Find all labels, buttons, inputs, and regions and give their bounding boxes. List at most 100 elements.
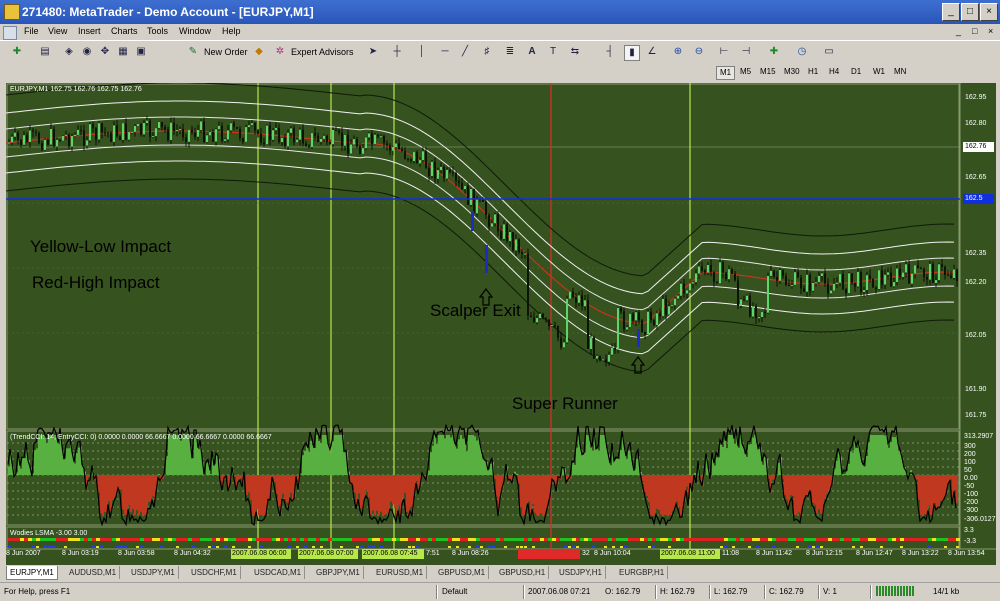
lsma-segment <box>664 538 668 541</box>
lsma-dot <box>748 546 751 548</box>
zoom-in-icon[interactable]: ⊕ <box>671 45 685 59</box>
minimize-button[interactable]: _ <box>942 3 960 21</box>
market-watch-icon[interactable]: ◈ <box>62 45 76 59</box>
lsma-dot <box>136 546 139 548</box>
timeframe-m1[interactable]: M1 <box>716 66 735 80</box>
autoscroll-icon[interactable]: ⊢ <box>717 45 731 59</box>
cci-histogram-bar <box>20 469 22 475</box>
tab-usdjpy-m1[interactable]: USDJPY,M1 <box>128 566 179 579</box>
maximize-button[interactable]: □ <box>961 3 979 21</box>
timeframe-d1[interactable]: D1 <box>848 66 864 78</box>
trendline-icon[interactable]: ╱ <box>458 45 472 59</box>
lsma-segment <box>428 538 432 541</box>
candle-body <box>383 136 385 143</box>
mdi-restore-icon[interactable]: □ <box>972 26 977 36</box>
tab-gbpusd-h1[interactable]: GBPUSD,H1 <box>496 566 549 579</box>
tab-eurgbp-h1[interactable]: EURGBP,H1 <box>616 566 668 579</box>
indicators-icon[interactable]: ✚ <box>767 45 781 59</box>
lsma-segment <box>616 538 620 541</box>
tab-usdchf-m1[interactable]: USDCHF,M1 <box>188 566 241 579</box>
lsma-segment <box>416 538 420 541</box>
candle-body <box>647 312 649 335</box>
profile-name[interactable]: Default <box>442 586 467 598</box>
lsma-segment <box>384 538 388 541</box>
text-label-icon[interactable]: T <box>546 45 560 59</box>
menu-insert[interactable]: Insert <box>78 26 101 36</box>
templates-icon[interactable]: ▭ <box>822 45 836 59</box>
menu-file[interactable]: File <box>24 26 39 36</box>
candle-body <box>269 126 271 140</box>
tab-usdjpy-h1[interactable]: USDJPY,H1 <box>556 566 606 579</box>
candle-body <box>359 147 361 154</box>
lsma-segment <box>240 538 244 541</box>
lsma-segment <box>200 538 204 541</box>
candle-body <box>449 170 451 172</box>
candle-body <box>905 264 907 272</box>
tab-gbpusd-m1[interactable]: GBPUSD,M1 <box>435 566 489 579</box>
timeframe-h4[interactable]: H4 <box>826 66 842 78</box>
lsma-segment <box>296 538 300 541</box>
cci-histogram-bar <box>820 475 822 514</box>
cci-histogram-bar <box>394 475 396 508</box>
candle-body <box>605 359 607 361</box>
chart-canvas[interactable] <box>6 83 996 565</box>
chart-window[interactable]: EURJPY,M1 162.75 162.76 162.75 162.76 16… <box>6 83 996 565</box>
candle-body <box>830 291 832 294</box>
lsma-dot <box>372 546 375 548</box>
lsma-segment <box>132 538 136 541</box>
candle-body <box>272 130 274 140</box>
line-chart-icon[interactable]: ∠ <box>645 45 659 59</box>
new-chart-icon[interactable]: ✚ <box>10 45 24 59</box>
expert-advisors-icon[interactable]: ✲ <box>273 45 287 59</box>
tab-gbpjpy-m1[interactable]: GBPJPY,M1 <box>313 566 364 579</box>
lsma-segment <box>812 538 816 541</box>
data-window-icon[interactable]: ◉ <box>80 45 94 59</box>
timeframe-mn[interactable]: MN <box>891 66 909 78</box>
tab-eurjpy-m1[interactable]: EURJPY,M1 <box>6 566 58 580</box>
candle-body <box>662 299 664 316</box>
crosshair-icon[interactable]: ┼ <box>390 45 404 59</box>
lsma-segment <box>944 538 948 541</box>
timeframe-m15[interactable]: M15 <box>757 66 779 78</box>
cursor-icon[interactable]: ➤ <box>366 45 380 59</box>
chart-shift-icon[interactable]: ⊣ <box>739 45 753 59</box>
menu-charts[interactable]: Charts <box>111 26 138 36</box>
expert-advisors-button[interactable]: Expert Advisors <box>291 44 354 60</box>
close-button[interactable]: × <box>980 3 998 21</box>
vertical-line-icon[interactable]: │ <box>415 45 429 59</box>
menu-help[interactable]: Help <box>222 26 241 36</box>
menu-tools[interactable]: Tools <box>147 26 168 36</box>
channel-icon[interactable]: ♯ <box>480 45 494 59</box>
bar-chart-icon[interactable]: ┤ <box>603 45 617 59</box>
lsma-segment <box>328 538 332 541</box>
timeframe-m5[interactable]: M5 <box>737 66 754 78</box>
menu-window[interactable]: Window <box>179 26 211 36</box>
candlestick-icon[interactable]: ▮ <box>624 45 640 61</box>
new-order-icon[interactable]: ✎ <box>186 45 200 59</box>
mdi-close-icon[interactable]: × <box>988 26 993 36</box>
new-order-button[interactable]: New Order <box>204 44 248 60</box>
tab-eurusd-m1[interactable]: EURUSD,M1 <box>373 566 427 579</box>
tab-audusd-m1[interactable]: AUDUSD,M1 <box>66 566 120 579</box>
mdi-minimize-icon[interactable]: _ <box>956 26 961 36</box>
tab-usdcad-m1[interactable]: USDCAD,M1 <box>251 566 305 579</box>
price-label: 162.95 <box>965 94 986 101</box>
horizontal-line-icon[interactable]: ─ <box>438 45 452 59</box>
menu-view[interactable]: View <box>48 26 67 36</box>
cci-label: 0.00 <box>964 475 978 482</box>
tester-icon[interactable]: ▣ <box>134 45 148 59</box>
timeframe-h1[interactable]: H1 <box>805 66 821 78</box>
metaeditor-icon[interactable]: ◆ <box>252 45 266 59</box>
terminal-icon[interactable]: ▦ <box>116 45 130 59</box>
periodicity-icon[interactable]: ◷ <box>795 45 809 59</box>
navigator-icon[interactable]: ✥ <box>98 45 112 59</box>
lsma-segment <box>888 538 892 541</box>
zoom-out-icon[interactable]: ⊖ <box>692 45 706 59</box>
timeframe-m30[interactable]: M30 <box>781 66 803 78</box>
text-icon[interactable]: A <box>525 45 539 59</box>
profiles-icon[interactable]: ▤ <box>38 45 52 59</box>
arrows-icon[interactable]: ⇆ <box>568 45 582 59</box>
lsma-dot <box>100 546 103 548</box>
timeframe-w1[interactable]: W1 <box>870 66 888 78</box>
fibonacci-icon[interactable]: ≣ <box>503 45 517 59</box>
